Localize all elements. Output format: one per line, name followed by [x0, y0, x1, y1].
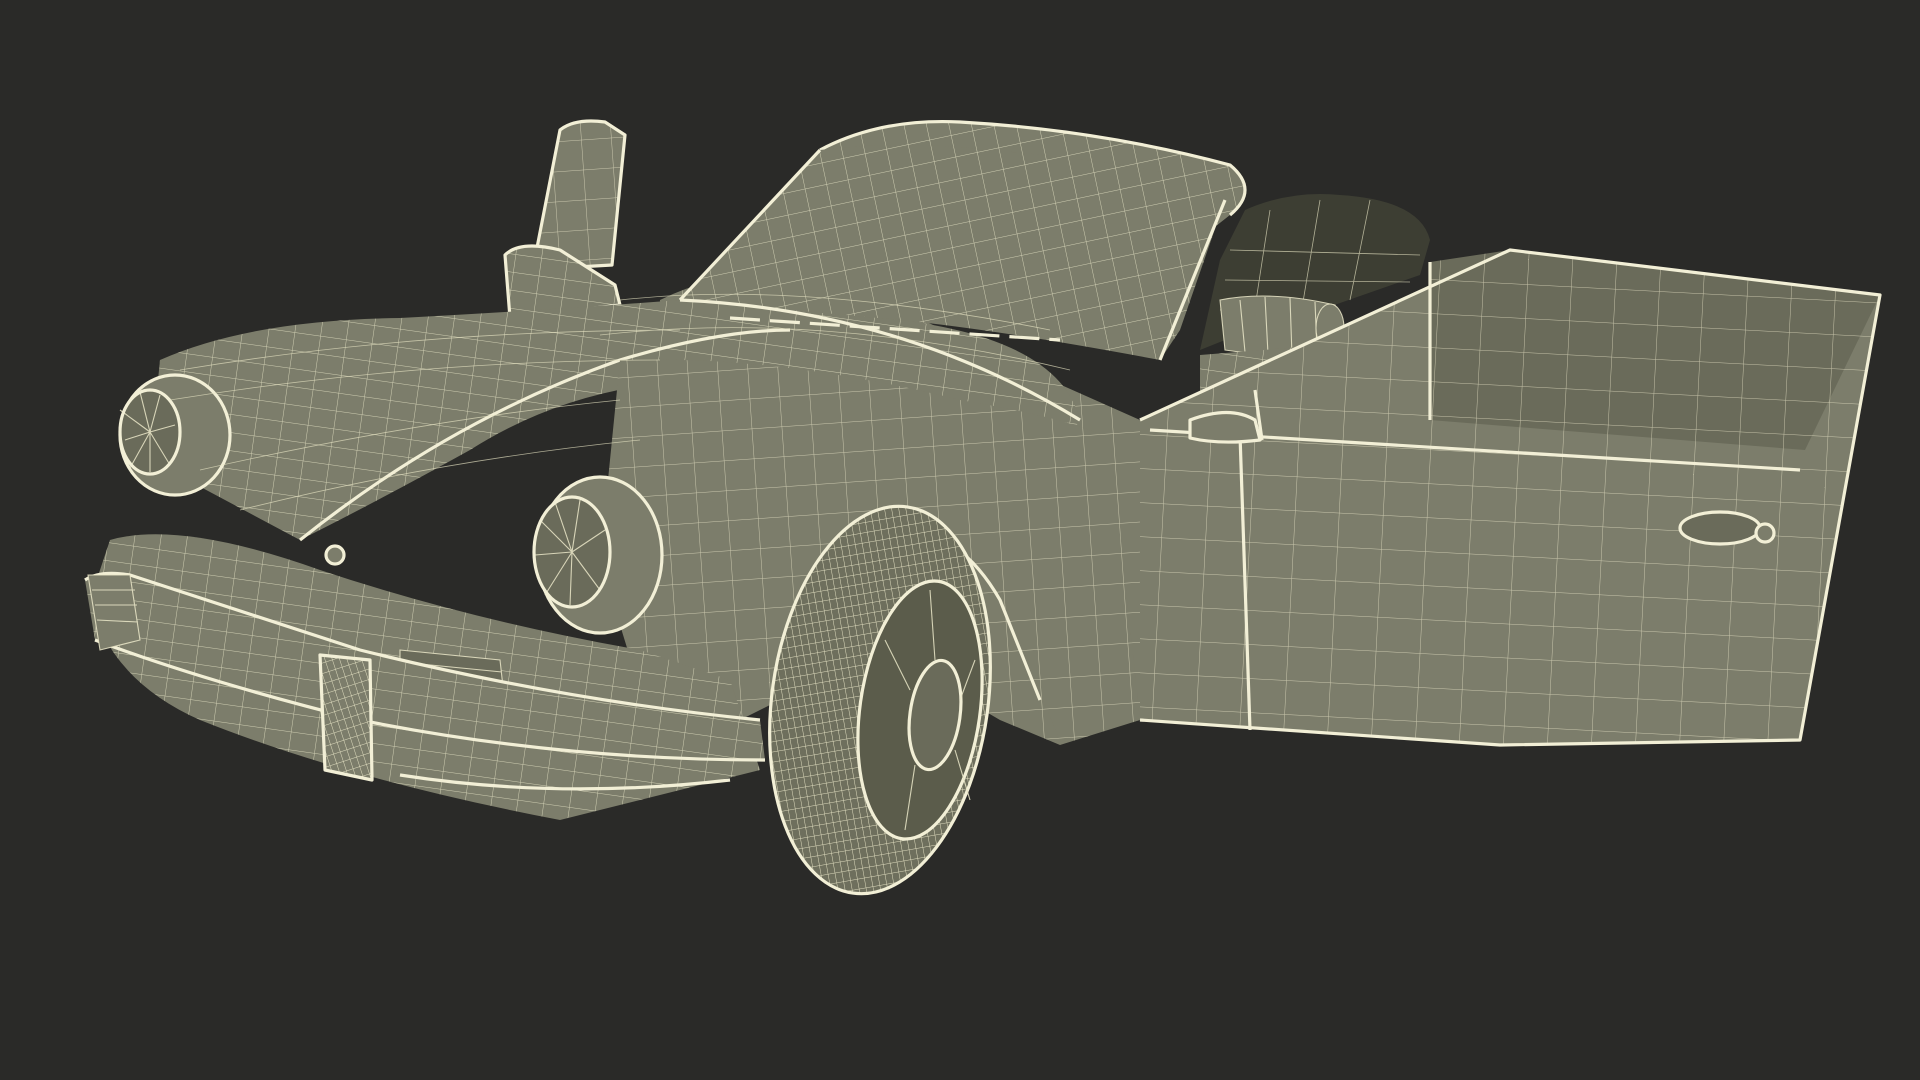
- raised-lid: [503, 119, 627, 320]
- right-headlight: [532, 475, 664, 635]
- render-viewport: [0, 0, 1920, 1080]
- car-wireframe-render: [84, 119, 1882, 896]
